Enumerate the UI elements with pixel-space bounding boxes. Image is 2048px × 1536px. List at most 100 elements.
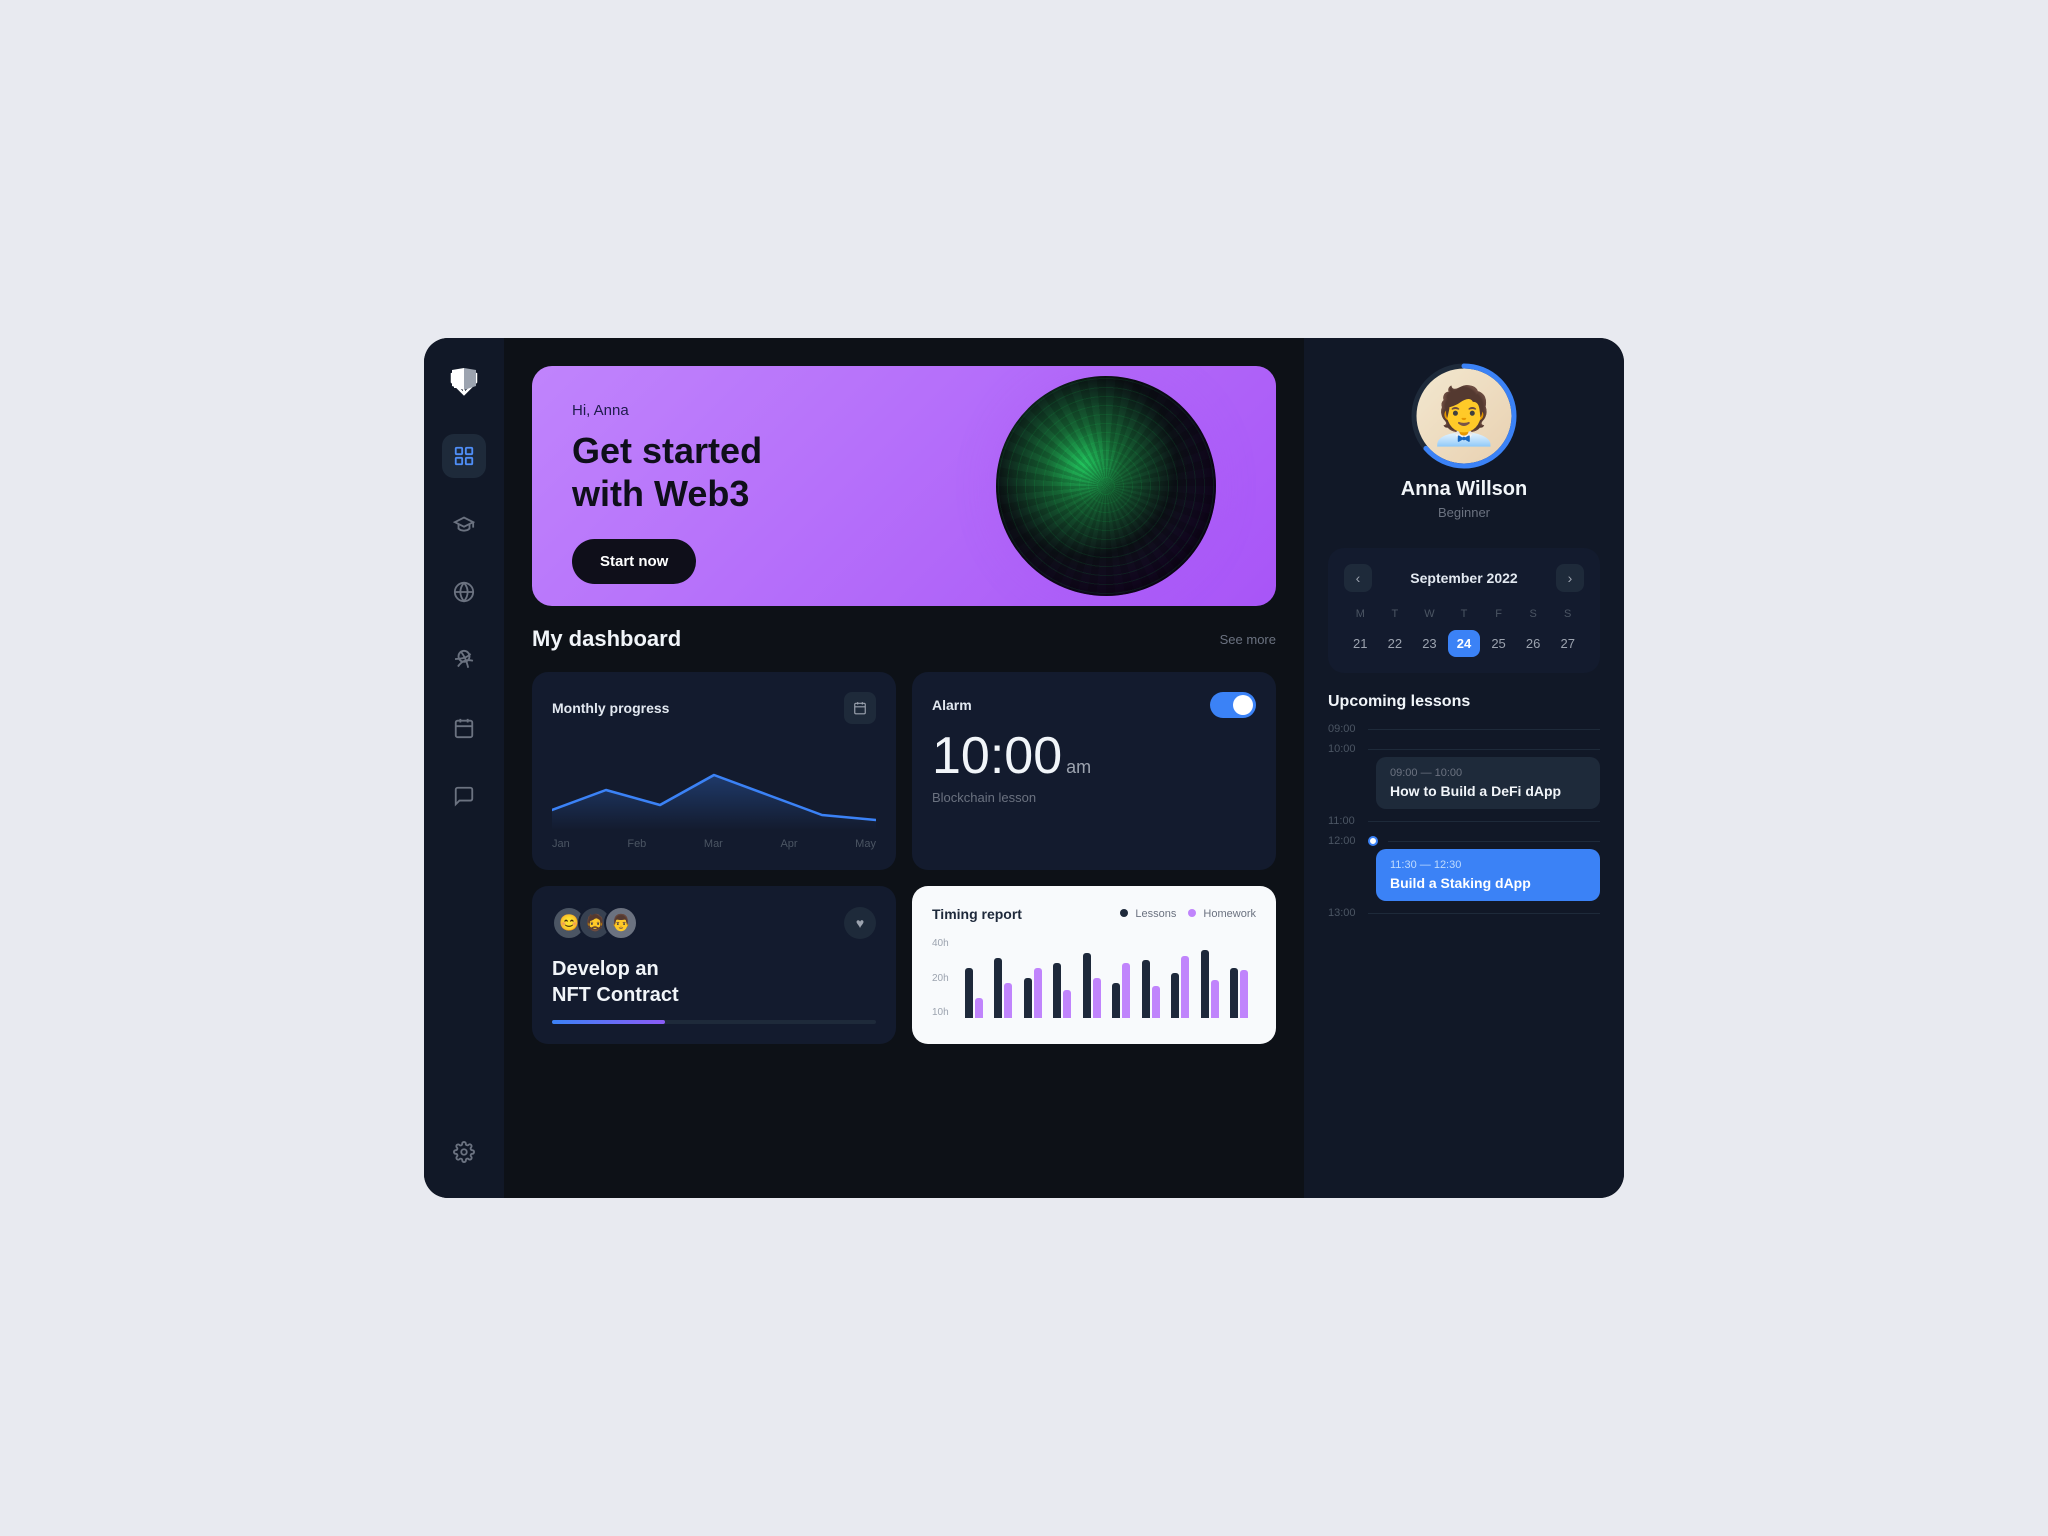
logo	[444, 362, 484, 402]
sidebar-navigation	[442, 434, 486, 1130]
timing-y-labels: 40h 20h 10h	[932, 938, 949, 1018]
bar-group-6	[1112, 963, 1138, 1018]
day-label-f: F	[1482, 604, 1515, 624]
dashboard-header: My dashboard See more	[532, 626, 1276, 652]
bar-group-5	[1083, 953, 1109, 1018]
cal-day-24[interactable]: 24	[1448, 630, 1481, 657]
calendar-card: ‹ September 2022 › M T W T F S S 21 22 2…	[1328, 548, 1600, 673]
bar-lessons-2	[994, 958, 1002, 1018]
upcoming-lessons-section: Upcoming lessons 09:00 10:00 09:00 — 10:…	[1328, 693, 1600, 921]
time-divider-1200	[1388, 841, 1600, 842]
cal-day-27[interactable]: 27	[1551, 630, 1584, 657]
lesson-card-2[interactable]: 11:30 — 12:30 Build a Staking dApp	[1376, 849, 1600, 901]
bar-homework-9	[1211, 980, 1219, 1018]
calendar-header: ‹ September 2022 ›	[1344, 564, 1584, 592]
hero-orb-decoration	[996, 376, 1216, 596]
calendar-prev-button[interactable]: ‹	[1344, 564, 1372, 592]
alarm-subtitle: Blockchain lesson	[932, 790, 1256, 805]
bar-lessons-10	[1230, 968, 1238, 1018]
day-label-m: M	[1344, 604, 1377, 624]
calendar-day-labels: M T W T F S S	[1344, 604, 1584, 624]
day-label-w: W	[1413, 604, 1446, 624]
sidebar-item-awards[interactable]	[442, 638, 486, 682]
current-time-dot	[1368, 836, 1378, 846]
sidebar-bottom	[442, 1130, 486, 1174]
avatar-wrapper: 🧑‍💼	[1414, 366, 1514, 466]
bar-group-7	[1142, 960, 1168, 1018]
day-label-t1: T	[1379, 604, 1412, 624]
legend-lessons: Lessons	[1120, 908, 1176, 920]
lesson-2-name: Build a Staking dApp	[1390, 875, 1586, 891]
hero-title: Get started with Web3	[572, 429, 872, 515]
project-progress-fill	[552, 1020, 665, 1024]
chart-header: Monthly progress	[552, 692, 876, 724]
bar-group-3	[1024, 968, 1050, 1018]
lesson-1-name: How to Build a DeFi dApp	[1390, 783, 1586, 799]
chart-labels: Jan Feb Mar Apr May	[552, 838, 876, 850]
bar-lessons-4	[1053, 963, 1061, 1018]
bar-lessons-1	[965, 968, 973, 1018]
bar-group-9	[1201, 950, 1227, 1018]
lesson-card-1[interactable]: 09:00 — 10:00 How to Build a DeFi dApp	[1376, 757, 1600, 809]
time-label-1200: 12:00	[1328, 835, 1368, 847]
dashboard-grid: Monthly progress	[532, 672, 1276, 1044]
alarm-header: Alarm	[932, 692, 1256, 718]
time-row-1100: 11:00	[1328, 815, 1600, 827]
bar-group-1	[965, 968, 991, 1018]
sidebar-item-explore[interactable]	[442, 570, 486, 614]
schedule-container: 09:00 10:00 09:00 — 10:00 How to Build a…	[1328, 723, 1600, 919]
bar-homework-4	[1063, 990, 1071, 1018]
bar-homework-8	[1181, 956, 1189, 1018]
sidebar-item-learn[interactable]	[442, 502, 486, 546]
start-now-button[interactable]: Start now	[572, 539, 696, 584]
bar-homework-1	[975, 998, 983, 1018]
sidebar	[424, 338, 504, 1198]
chart-calendar-button[interactable]	[844, 692, 876, 724]
alarm-card: Alarm 10:00 am Blockchain lesson	[912, 672, 1276, 870]
favorite-button[interactable]: ♥	[844, 907, 876, 939]
bar-group-10	[1230, 968, 1256, 1018]
upcoming-title: Upcoming lessons	[1328, 693, 1600, 711]
legend-homework: Homework	[1188, 908, 1256, 920]
bar-lessons-8	[1171, 973, 1179, 1018]
chart-label-apr: Apr	[780, 838, 797, 850]
app-container: Hi, Anna Get started with Web3 Start now…	[424, 338, 1624, 1198]
alarm-time: 10:00 am	[932, 730, 1256, 782]
lesson-2-time-range: 11:30 — 12:30	[1390, 859, 1586, 871]
calendar-month: September 2022	[1410, 570, 1517, 586]
timing-bars	[965, 938, 1256, 1018]
alarm-toggle[interactable]	[1210, 692, 1256, 718]
sidebar-item-calendar[interactable]	[442, 706, 486, 750]
nft-avatars-row: 😊 🧔 👨 ♥	[552, 906, 876, 940]
cal-day-23[interactable]: 23	[1413, 630, 1446, 657]
bar-group-4	[1053, 963, 1079, 1018]
bar-homework-10	[1240, 970, 1248, 1018]
calendar-next-button[interactable]: ›	[1556, 564, 1584, 592]
time-label-1000: 10:00	[1328, 743, 1368, 755]
time-divider-1100	[1368, 821, 1600, 822]
chart-title: Monthly progress	[552, 700, 669, 716]
see-more-link[interactable]: See more	[1220, 632, 1276, 647]
bar-lessons-5	[1083, 953, 1091, 1018]
progress-chart	[552, 740, 876, 830]
sidebar-item-dashboard[interactable]	[442, 434, 486, 478]
bar-group-2	[994, 958, 1020, 1018]
lessons-dot	[1120, 909, 1128, 917]
cal-day-22[interactable]: 22	[1379, 630, 1412, 657]
time-label-1300: 13:00	[1328, 907, 1368, 919]
day-label-s1: S	[1517, 604, 1550, 624]
bar-homework-3	[1034, 968, 1042, 1018]
time-row-1300: 13:00	[1328, 907, 1600, 919]
nft-project-card: 😊 🧔 👨 ♥ Develop anNFT Contract	[532, 886, 896, 1044]
bar-homework-7	[1152, 986, 1160, 1018]
dashboard-title: My dashboard	[532, 626, 681, 652]
homework-dot	[1188, 909, 1196, 917]
lesson-1-time-range: 09:00 — 10:00	[1390, 767, 1586, 779]
cal-day-25[interactable]: 25	[1482, 630, 1515, 657]
time-row-1000: 10:00	[1328, 743, 1600, 755]
sidebar-item-settings[interactable]	[442, 1130, 486, 1174]
cal-day-21[interactable]: 21	[1344, 630, 1377, 657]
cal-day-26[interactable]: 26	[1517, 630, 1550, 657]
time-divider-1000	[1368, 749, 1600, 750]
sidebar-item-messages[interactable]	[442, 774, 486, 818]
